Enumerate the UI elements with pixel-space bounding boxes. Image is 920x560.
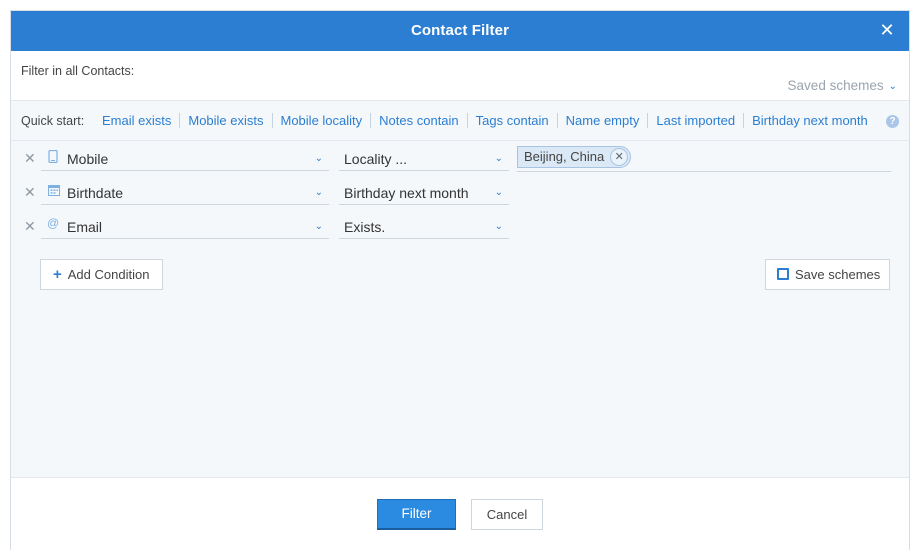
condition-operator-select[interactable]: Exists. ⌄ (339, 215, 509, 239)
dialog-footer: Filter Cancel (11, 477, 909, 551)
quick-start-birthday-next-month[interactable]: Birthday next month (743, 113, 876, 128)
remove-tag-icon[interactable]: ✕ (610, 148, 629, 166)
saved-schemes-dropdown[interactable]: Saved schemes ⌄ (788, 78, 897, 93)
value-tag: Beijing, China ✕ (517, 146, 632, 168)
chevron-down-icon: ⌄ (314, 187, 323, 198)
remove-condition-icon[interactable]: ✕ (24, 150, 36, 167)
quick-start-mobile-exists[interactable]: Mobile exists (179, 113, 272, 128)
quick-start-links: Email exists Mobile exists Mobile locality… (94, 113, 876, 128)
condition-field-select[interactable]: @ Email ⌄ (41, 215, 329, 239)
value-tag-label: Beijing, China (524, 149, 605, 164)
save-schemes-label: Save schemes (795, 267, 881, 282)
contact-filter-dialog: Contact Filter ✕ Filter in all Contacts:… (10, 10, 910, 551)
saved-schemes-label: Saved schemes (787, 78, 884, 93)
condition-operator-select[interactable]: Locality ... ⌄ (339, 147, 509, 171)
condition-operator-select[interactable]: Birthday next month ⌄ (339, 181, 509, 205)
remove-condition-icon[interactable]: ✕ (24, 218, 36, 235)
add-condition-button[interactable]: + Add Condition (40, 259, 163, 290)
at-sign-icon: @ (47, 216, 60, 230)
condition-value-field[interactable]: Beijing, China ✕ (517, 146, 891, 172)
cancel-button[interactable]: Cancel (471, 499, 543, 530)
chevron-down-icon: ⌄ (888, 81, 897, 92)
quick-start-mobile-locality[interactable]: Mobile locality (271, 113, 371, 128)
filter-scope-row: Filter in all Contacts: Saved schemes ⌄ (11, 51, 909, 101)
condition-field-label: Birthdate (67, 185, 124, 201)
quick-start-notes-contain[interactable]: Notes contain (370, 113, 467, 128)
remove-condition-icon[interactable]: ✕ (24, 184, 36, 201)
quick-start-bar: Quick start: Email exists Mobile exists Mo… (11, 101, 909, 141)
calendar-icon (48, 184, 60, 198)
save-icon (777, 268, 789, 280)
quick-start-tags-contain[interactable]: Tags contain (466, 113, 557, 128)
quick-start-label: Quick start: (21, 114, 85, 128)
condition-field-label: Mobile (67, 151, 109, 167)
condition-field-label: Email (67, 219, 103, 235)
chevron-down-icon: ⌄ (314, 153, 323, 164)
condition-row: ✕ @ Email ⌄ Exists. ⌄ (11, 212, 909, 242)
condition-field-select[interactable]: Mobile ⌄ (41, 147, 329, 171)
condition-operator-label: Birthday next month (344, 185, 469, 201)
save-schemes-button[interactable]: Save schemes (765, 259, 890, 290)
mobile-phone-icon (48, 149, 60, 164)
chevron-down-icon: ⌄ (494, 153, 503, 164)
chevron-down-icon: ⌄ (314, 221, 323, 232)
filter-scope-label: Filter in all Contacts: (21, 64, 135, 78)
dialog-title: Contact Filter (410, 22, 510, 39)
condition-field-select[interactable]: Birthdate ⌄ (41, 181, 329, 205)
condition-operator-label: Exists. (344, 219, 386, 235)
chevron-down-icon: ⌄ (494, 221, 503, 232)
close-icon[interactable]: ✕ (877, 20, 897, 40)
filter-button[interactable]: Filter (377, 499, 456, 530)
quick-start-last-imported[interactable]: Last imported (647, 113, 744, 128)
add-condition-label: Add Condition (67, 267, 150, 282)
quick-start-email-exists[interactable]: Email exists (94, 113, 179, 128)
condition-row: ✕ Birthdate ⌄ Birthday next month ⌄ (11, 178, 909, 208)
condition-operator-label: Locality ... (344, 151, 408, 167)
plus-icon: + (53, 266, 62, 283)
dialog-titlebar: Contact Filter ✕ (11, 11, 909, 51)
quick-start-name-empty[interactable]: Name empty (556, 113, 648, 128)
help-icon[interactable]: ? (886, 115, 899, 128)
chevron-down-icon: ⌄ (494, 187, 503, 198)
condition-row: ✕ Mobile ⌄ Locality ... ⌄ Beijing, China… (11, 144, 909, 174)
